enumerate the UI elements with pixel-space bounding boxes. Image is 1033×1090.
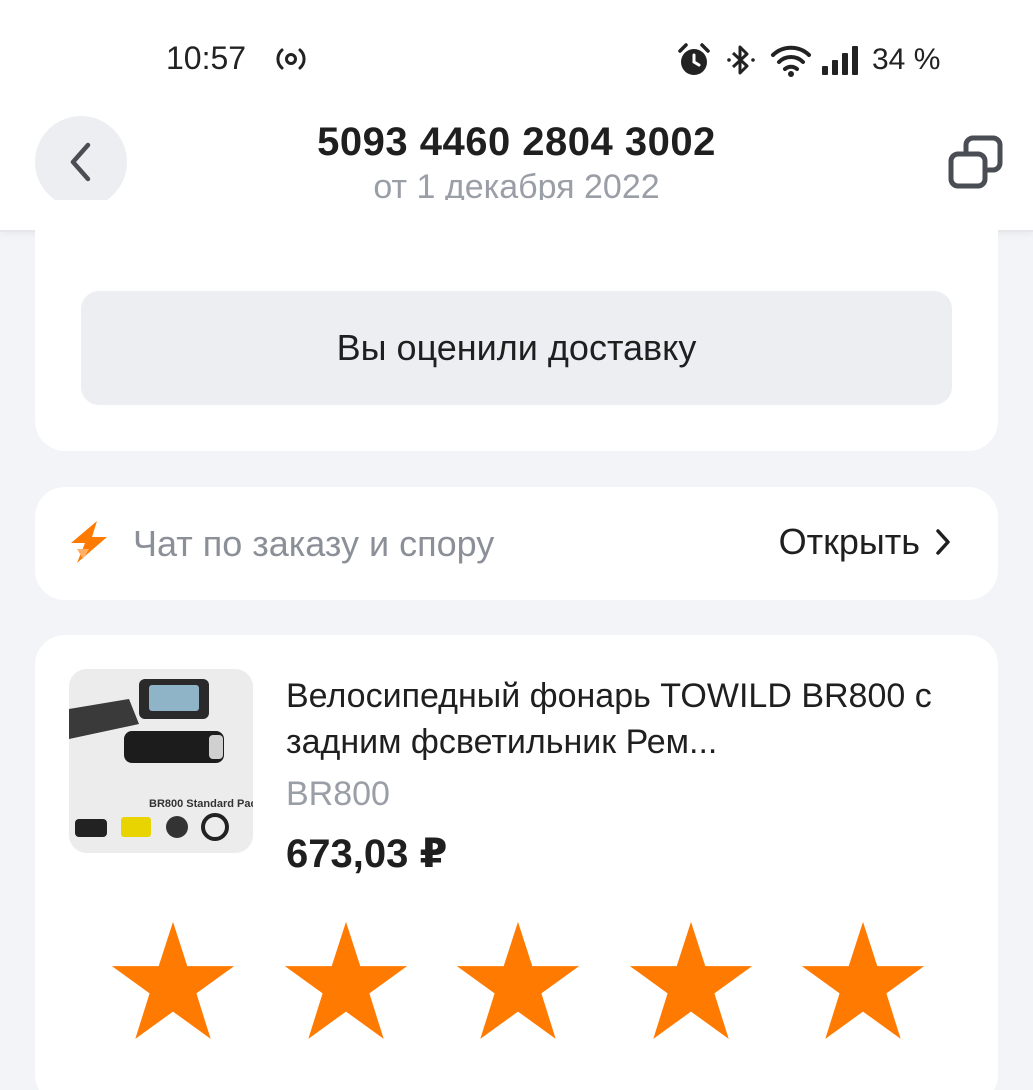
status-bar: 10:57 34 % xyxy=(0,0,1033,110)
star-icon-1[interactable] xyxy=(108,918,238,1048)
product-price: 673,03 ₽ xyxy=(286,832,448,876)
delivery-rated-label: Вы оценили доставку xyxy=(336,327,697,368)
bluetooth-icon xyxy=(724,42,760,78)
signal-icon xyxy=(820,44,862,76)
radio-icon xyxy=(274,44,308,79)
star-icon-2[interactable] xyxy=(281,918,411,1048)
wifi-icon xyxy=(770,42,812,78)
copy-icon xyxy=(948,135,1003,189)
product-rating-stars xyxy=(108,918,928,1048)
order-number: 5093 4460 2804 3002 xyxy=(317,120,716,164)
status-icons: 34 % xyxy=(676,40,940,80)
product-image-caption: BR800 Standard Pack xyxy=(149,798,253,810)
order-chat-row[interactable]: Чат по заказу и спору Открыть xyxy=(35,487,998,600)
star-icon-3[interactable] xyxy=(453,918,583,1048)
chat-open-link[interactable]: Открыть xyxy=(779,521,952,563)
battery-level: 34 % xyxy=(872,43,941,76)
chat-label: Чат по заказу и спору xyxy=(133,523,495,564)
chevron-right-icon xyxy=(936,529,950,555)
lightning-icon xyxy=(67,519,115,567)
copy-button[interactable] xyxy=(946,134,1006,194)
status-time: 10:57 xyxy=(166,40,247,76)
product-image[interactable]: BR800 Standard Pack xyxy=(69,669,253,853)
chat-open-label: Открыть xyxy=(778,521,920,562)
product-sku: BR800 xyxy=(286,775,390,813)
star-icon-5[interactable] xyxy=(798,918,928,1048)
product-card: BR800 Standard Pack Велосипедный фонарь … xyxy=(35,635,998,1090)
alarm-icon xyxy=(676,42,712,78)
star-icon-4[interactable] xyxy=(626,918,756,1048)
product-title[interactable]: Велосипедный фонарь TOWILD BR800 с задни… xyxy=(286,673,976,765)
delivery-rating-card: Вы оценили доставку xyxy=(35,200,998,451)
delivery-rated-button[interactable]: Вы оценили доставку xyxy=(81,291,952,405)
